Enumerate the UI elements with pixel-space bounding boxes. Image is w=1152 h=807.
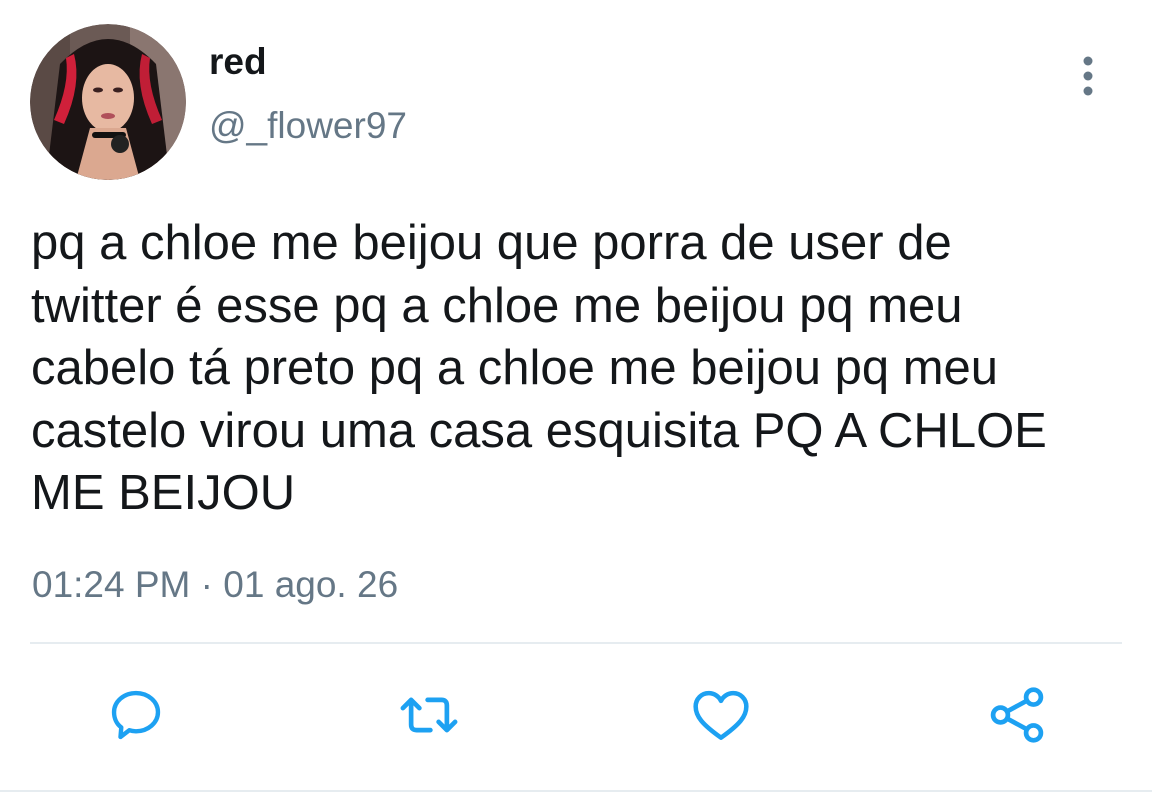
share-icon [990, 687, 1044, 743]
tweet-text: pq a chloe me beijou que porra de user d… [31, 216, 1047, 520]
reply-icon [111, 690, 161, 740]
reply-button[interactable] [101, 680, 171, 750]
share-button[interactable] [982, 680, 1052, 750]
author-display-name[interactable]: red [209, 40, 267, 84]
tweet-time: 01:24 PM [32, 564, 191, 605]
more-vertical-icon [1083, 56, 1093, 96]
divider [30, 642, 1122, 644]
bottom-divider [0, 790, 1152, 792]
tweet-timestamp[interactable]: 01:24 PM · 01 ago. 26 [32, 562, 398, 608]
timestamp-separator: · [190, 564, 224, 605]
avatar-image [30, 24, 186, 180]
heart-icon [693, 690, 749, 740]
author-handle[interactable]: @_flower97 [209, 104, 407, 148]
tweet-date: 01 ago. 26 [223, 564, 399, 605]
retweet-icon [400, 697, 458, 733]
retweet-button[interactable] [394, 680, 464, 750]
avatar[interactable] [30, 24, 186, 180]
like-button[interactable] [686, 680, 756, 750]
more-options-button[interactable] [1068, 54, 1108, 98]
